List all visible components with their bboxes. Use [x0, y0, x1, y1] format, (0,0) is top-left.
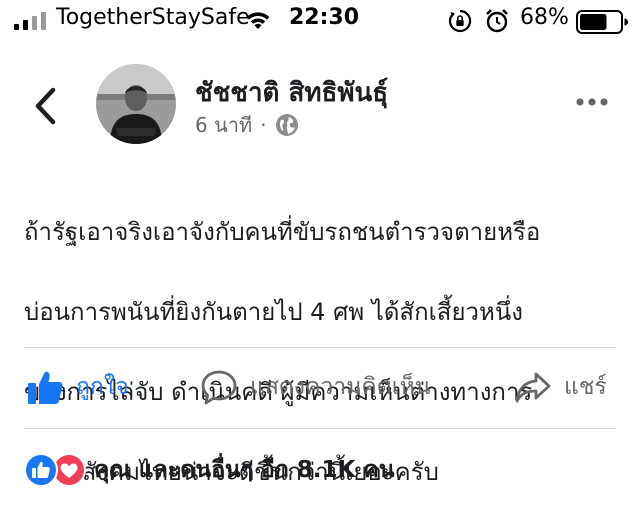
reactions-summary[interactable]: คุณ และคนอื่นๆ อีก 8.1K คน — [24, 448, 394, 492]
post-timestamp[interactable]: 6 นาที — [195, 109, 252, 141]
clock: 22:30 — [289, 5, 360, 30]
more-options-icon[interactable] — [575, 96, 609, 108]
post-text-line: ถ้ารัฐเอาจริงเอาจังกับคนที่ขับรถชนตำรวจต… — [24, 218, 541, 246]
comment-label: แสดงความคิดเห็น — [250, 374, 431, 400]
status-bar: TogetherStaySafe 22:30 68% — [0, 0, 640, 44]
like-reaction-icon — [24, 453, 58, 487]
divider — [24, 347, 616, 348]
comment-button[interactable]: แสดงความคิดเห็น — [200, 362, 430, 412]
share-arrow-icon — [515, 372, 551, 403]
thumbs-up-icon — [28, 371, 63, 404]
like-label: ถูกใจ — [76, 374, 129, 400]
meta-separator: · — [260, 113, 267, 137]
signal-icon — [14, 12, 46, 30]
share-label: แชร์ — [564, 374, 607, 400]
battery-icon — [576, 10, 628, 34]
carrier-name: TogetherStaySafe — [56, 5, 250, 30]
comment-icon — [201, 370, 237, 405]
back-chevron-icon[interactable] — [32, 86, 58, 126]
share-button[interactable]: แชร์ — [514, 362, 607, 412]
alarm-icon — [486, 9, 508, 33]
globe-icon — [275, 114, 298, 136]
rotation-lock-icon — [448, 9, 472, 33]
avatar[interactable] — [96, 64, 176, 144]
like-button[interactable]: ถูกใจ — [26, 362, 129, 412]
battery-percentage: 68% — [520, 5, 569, 30]
divider — [24, 428, 616, 429]
post-meta: 6 นาที · — [195, 112, 299, 138]
wifi-icon — [246, 12, 270, 29]
author-name[interactable]: ชัชชาติ สิทธิพันธุ์ — [195, 72, 388, 113]
profile-photo — [96, 64, 176, 144]
reactions-count-text: คุณ และคนอื่นๆ อีก 8.1K คน — [94, 457, 395, 483]
post-text-line: บ่อนการพนันที่ยิงกันตายไป 4 ศพ ได้สักเสี… — [24, 298, 523, 326]
